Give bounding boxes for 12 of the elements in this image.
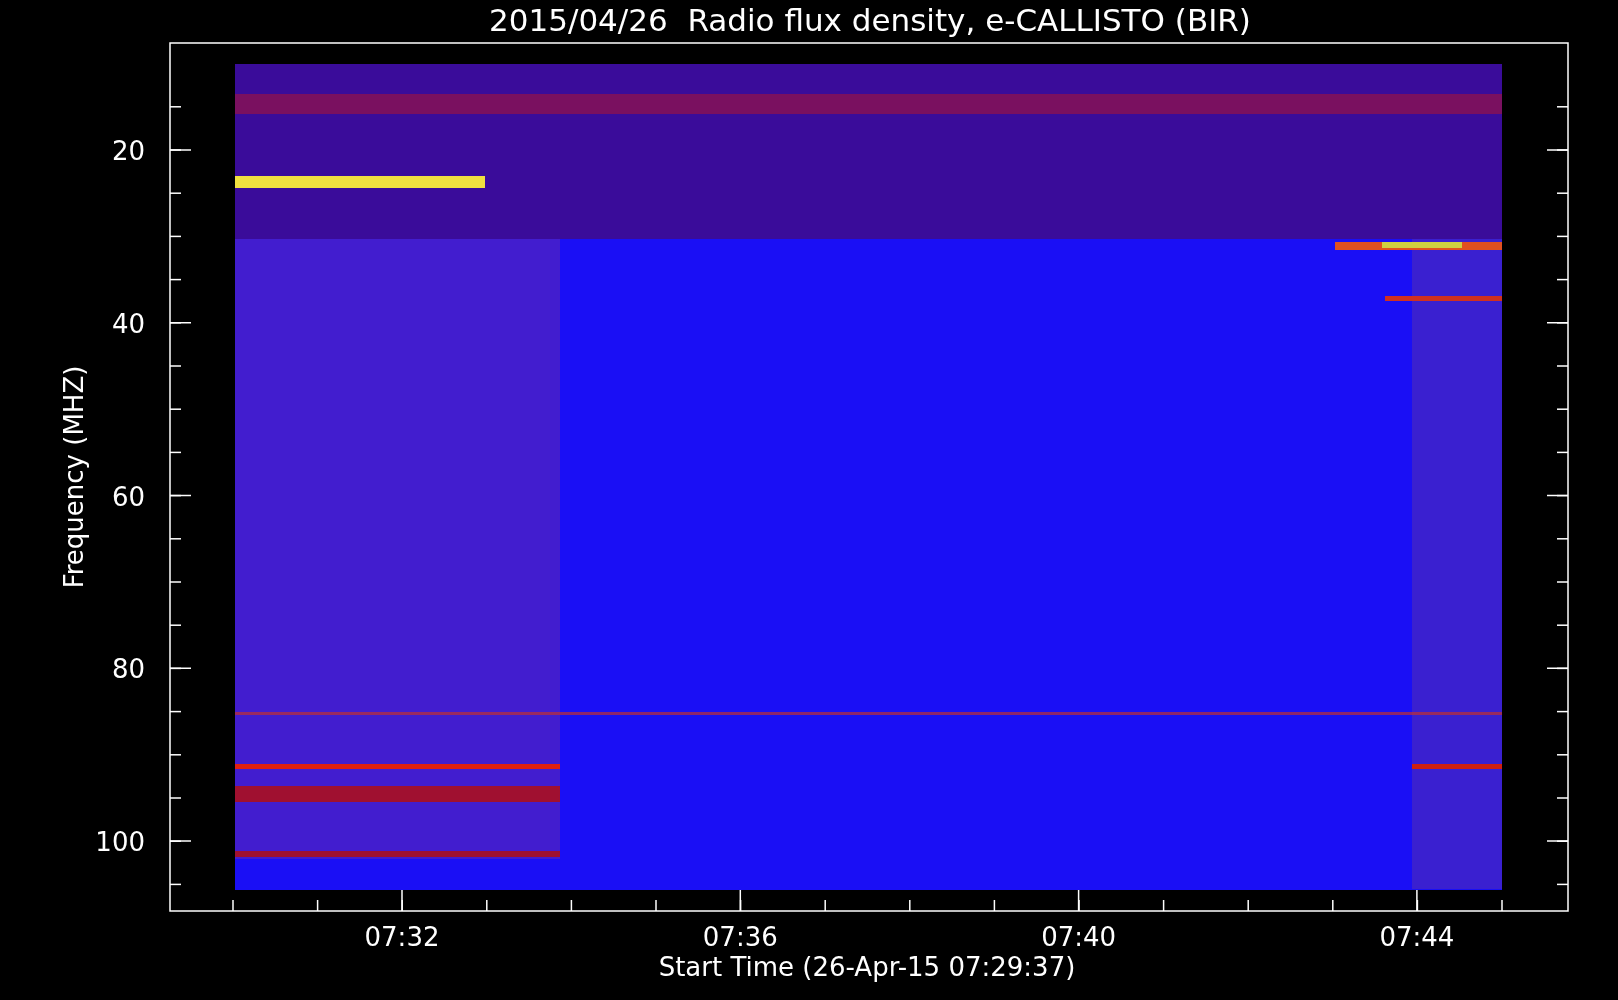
y-axis-label: Frequency (MHZ) [59,365,89,589]
x-tick-label: 07:44 [1379,922,1455,952]
y-tick-label: 20 [111,136,145,166]
y-tick-label: 60 [111,481,145,512]
x-tick-label: 07:36 [702,922,778,952]
y-tick-label: 100 [95,827,145,857]
y-tick-label: 80 [111,654,145,685]
x-tick-label: 07:32 [364,922,440,952]
chart-title: 2015/04/26 Radio flux density, e-CALLISTO (BIR) [489,2,1251,38]
x-axis-label: Start Time (26-Apr-15 07:29:37) [658,952,1076,982]
y-tick-label: 40 [111,308,145,339]
x-tick-label: 07:40 [1041,922,1117,952]
